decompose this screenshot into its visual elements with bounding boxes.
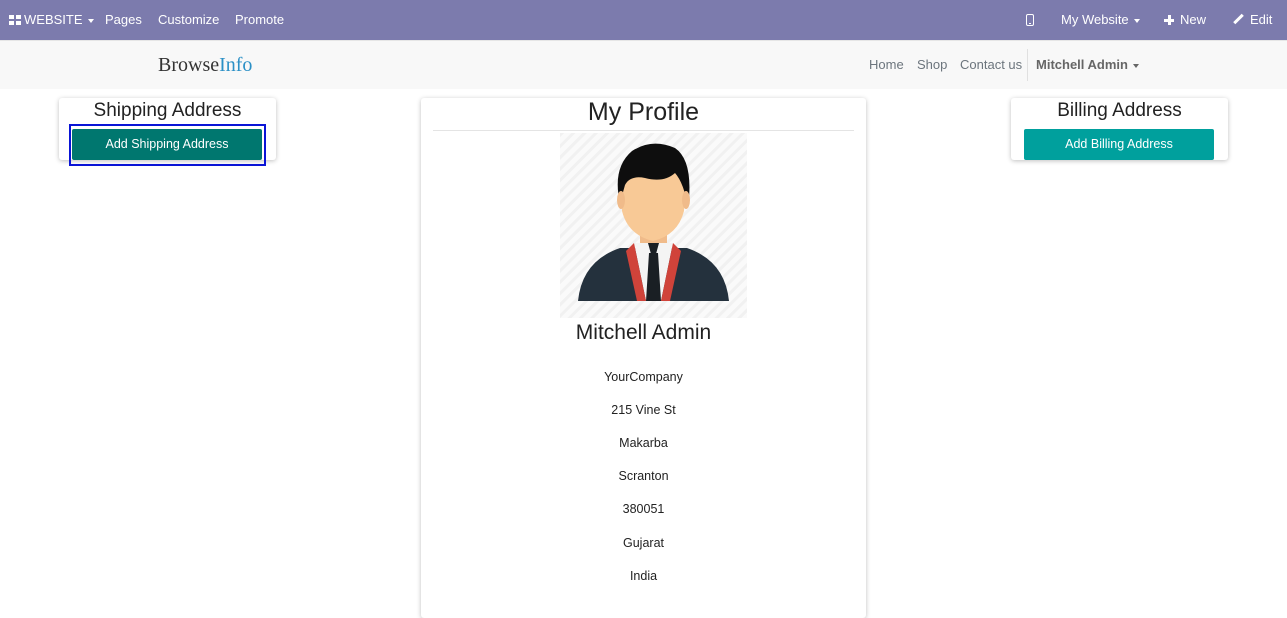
- avatar: [560, 133, 747, 318]
- billing-address-card: Billing Address Add Billing Address: [1011, 98, 1228, 160]
- profile-divider: [433, 130, 854, 131]
- plus-icon: [1164, 15, 1174, 25]
- shipping-address-title: Shipping Address: [93, 100, 242, 121]
- billing-address-title: Billing Address: [1057, 100, 1182, 121]
- nav-divider: [1027, 49, 1028, 81]
- pencil-icon: [1233, 14, 1244, 25]
- user-menu[interactable]: Mitchell Admin: [1036, 41, 1139, 89]
- my-website-switcher[interactable]: My Website: [1061, 0, 1140, 40]
- profile-card: My Profile Mitchell Admin YourCompany 21…: [421, 98, 866, 618]
- shipping-address-card: Shipping Address Add Shipping Address: [59, 98, 276, 160]
- new-button[interactable]: New: [1164, 0, 1206, 40]
- chevron-down-icon: [87, 18, 94, 23]
- profile-title: My Profile: [587, 98, 700, 126]
- add-shipping-address-button[interactable]: Add Shipping Address: [72, 129, 262, 160]
- site-header: BrowseInfo Home Shop Contact us Mitchell…: [0, 40, 1287, 89]
- profile-state: Gujarat: [623, 536, 664, 550]
- nav-home[interactable]: Home: [869, 41, 904, 89]
- nav-shop[interactable]: Shop: [917, 41, 947, 89]
- mobile-phone-icon: [1026, 14, 1034, 26]
- nav-contact-us[interactable]: Contact us: [960, 41, 1022, 89]
- add-billing-address-button[interactable]: Add Billing Address: [1024, 129, 1214, 160]
- edit-button[interactable]: Edit: [1233, 0, 1272, 40]
- promote-menu[interactable]: Promote: [235, 0, 284, 40]
- profile-country: India: [629, 569, 658, 583]
- profile-city-secondary: Scranton: [618, 469, 669, 483]
- profile-company: YourCompany: [604, 370, 683, 384]
- profile-zip: 380051: [622, 502, 665, 516]
- profile-name: Mitchell Admin: [575, 321, 712, 344]
- pages-menu[interactable]: Pages: [105, 0, 142, 40]
- profile-street: 215 Vine St: [611, 403, 676, 417]
- chevron-down-icon: [1132, 63, 1139, 68]
- mobile-preview-button[interactable]: [1026, 0, 1034, 40]
- apps-grid-icon: [9, 15, 21, 25]
- website-apps-menu[interactable]: WEBSITE: [9, 0, 94, 40]
- chevron-down-icon: [1133, 18, 1140, 23]
- admin-top-bar: WEBSITE Pages Customize Promote My Websi…: [0, 0, 1287, 40]
- profile-city: Makarba: [619, 436, 668, 450]
- customize-menu[interactable]: Customize: [158, 0, 219, 40]
- site-logo[interactable]: BrowseInfo: [158, 54, 252, 77]
